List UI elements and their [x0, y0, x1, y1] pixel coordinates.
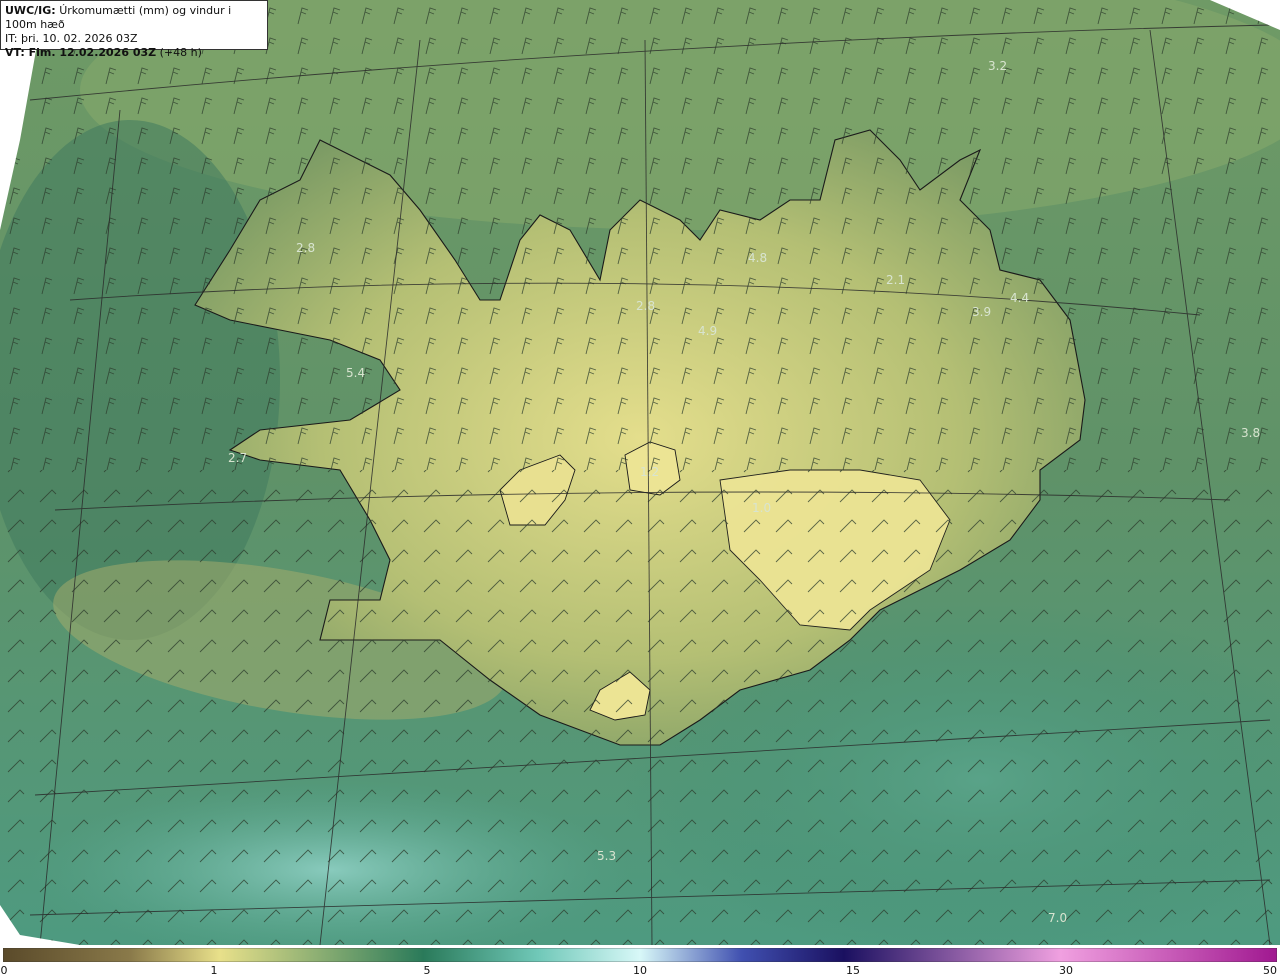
map-label: 5.4 — [346, 366, 365, 380]
map-label: 2.1 — [886, 273, 905, 287]
colorbar-tick: 10 — [633, 964, 647, 977]
valid-time-line: VT: Fim. 12.02.2026 03Z (+48 h) — [5, 46, 263, 60]
colorbar-tick: 1 — [210, 964, 218, 977]
map-label: 7.0 — [1048, 911, 1067, 925]
map-label: 1.0 — [752, 501, 771, 515]
map-label: 2.7 — [228, 451, 247, 465]
valid-time: VT: Fim. 12.02.2026 03Z — [5, 46, 157, 59]
issue-time: IT: þri. 10. 02. 2026 03Z — [5, 32, 138, 45]
map-label: 3.8 — [1241, 426, 1260, 440]
map-label: 4.9 — [698, 324, 717, 338]
map-label: 5.3 — [597, 849, 616, 863]
map-label: 4.8 — [748, 251, 767, 265]
valid-offset: (+48 h) — [159, 46, 202, 59]
colorbar-tick: 15 — [846, 964, 860, 977]
map-label: 2.8 — [296, 241, 315, 255]
colorbar-tick: 5 — [423, 964, 431, 977]
map-label: 3.9 — [972, 305, 991, 319]
map-label: 2.8 — [636, 299, 655, 313]
title-line: UWC/IG: Úrkomumætti (mm) og vindur i 100… — [5, 4, 263, 32]
colorbar-tick: 0 — [0, 964, 8, 977]
map-label: 3.2 — [988, 59, 1007, 73]
map-label: 1.2 — [640, 465, 659, 479]
map-label: 4.4 — [1010, 291, 1029, 305]
colorbar-tick: 30 — [1059, 964, 1073, 977]
map-domain — [0, 0, 1280, 945]
map-info-box: UWC/IG: Úrkomumætti (mm) og vindur i 100… — [0, 0, 268, 59]
precipitation-map: 3.2 2.8 4.8 2.1 4.4 4.9 5.4 3.8 2.7 1.0 … — [0, 0, 1280, 978]
colorbar — [3, 948, 1277, 962]
product-label: UWC/IG: — [5, 4, 56, 17]
colorbar-tick: 50 — [1263, 964, 1277, 977]
